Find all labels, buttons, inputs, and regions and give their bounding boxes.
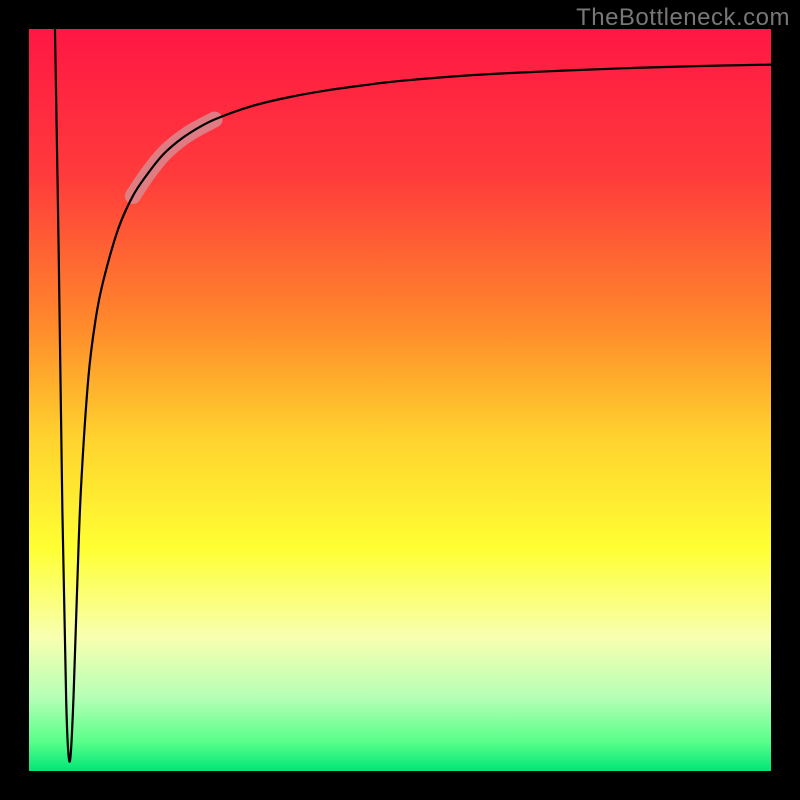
- watermark-text: TheBottleneck.com: [576, 4, 790, 32]
- bottleneck-chart: [0, 0, 800, 800]
- frame-right: [771, 0, 800, 800]
- frame-left: [0, 0, 29, 800]
- plot-background: [29, 29, 771, 771]
- chart-container: TheBottleneck.com: [0, 0, 800, 800]
- frame-bottom: [0, 771, 800, 800]
